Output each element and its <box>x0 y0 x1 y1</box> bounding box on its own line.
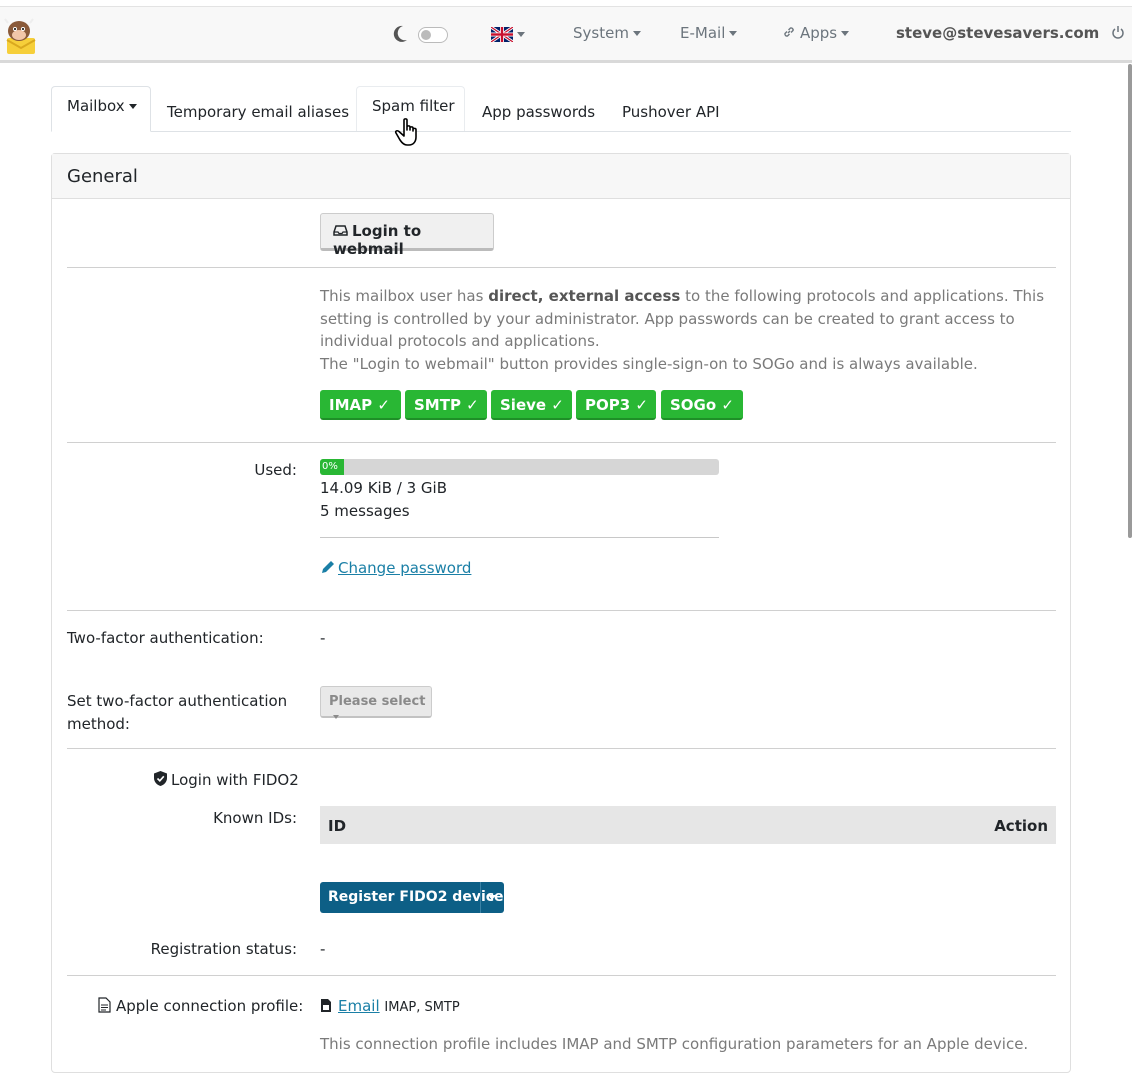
register-fido2-dropdown-toggle[interactable] <box>480 882 505 913</box>
hand-cursor-icon <box>394 118 417 146</box>
known-ids-table-header: ID Action <box>320 806 1056 844</box>
email-menu-label: E-Mail <box>680 24 726 42</box>
quota-progress-bar: 0% <box>320 459 719 475</box>
login-webmail-button[interactable]: Login to webmail <box>320 213 494 258</box>
inbox-icon <box>333 225 348 236</box>
tab-pushover-api[interactable]: Pushover API <box>622 86 720 131</box>
chevron-down-icon <box>333 714 339 719</box>
link-icon <box>784 27 794 37</box>
uk-flag-icon <box>490 25 514 44</box>
user-menu[interactable]: steve@stevesavers.com <box>896 24 1125 42</box>
tab-label: Pushover API <box>622 103 720 121</box>
chevron-down-icon <box>729 31 738 36</box>
quota-progress-fill: 0% <box>320 459 344 475</box>
protocol-badge-imap: IMAP ✓ <box>320 390 401 420</box>
registration-status-label: Registration status: <box>150 940 297 958</box>
protocol-badge-pop3: POP3 ✓ <box>576 390 656 420</box>
protocol-badge-sieve: Sieve ✓ <box>491 390 572 420</box>
quota-size: 14.09 KiB / 3 GiB <box>320 479 447 497</box>
used-label: Used: <box>254 461 297 479</box>
tfa-method-select[interactable]: Please select <box>320 686 432 719</box>
power-icon[interactable] <box>1111 25 1125 40</box>
tfa-method-select-label: Please select <box>329 694 426 709</box>
apple-profile-note: This connection profile includes IMAP an… <box>320 1035 1029 1053</box>
protocol-badge-smtp: SMTP ✓ <box>405 390 487 420</box>
dark-mode-toggle[interactable] <box>418 27 448 43</box>
tab-bar: Mailbox Temporary email aliases Spam fil… <box>51 86 1071 132</box>
apple-profile-email-link[interactable]: Email <box>338 997 380 1015</box>
divider <box>67 748 1056 749</box>
chevron-down-icon <box>488 895 496 900</box>
email-menu[interactable]: E-Mail <box>680 24 738 42</box>
apple-profile-label: Apple connection profile: <box>98 997 303 1015</box>
protocol-badge-sogo: SOGo ✓ <box>661 390 743 420</box>
divider <box>67 975 1056 976</box>
tfa-label: Two-factor authentication: <box>67 629 264 647</box>
register-fido2-button[interactable]: Register FIDO2 device <box>320 882 504 913</box>
divider <box>67 267 1056 268</box>
panel-title: General <box>67 166 138 187</box>
pencil-icon <box>322 561 334 573</box>
divider <box>67 610 1056 611</box>
access-text-bold: direct, external access <box>488 287 681 305</box>
tab-mailbox[interactable]: Mailbox <box>51 86 151 132</box>
document-icon <box>98 997 111 1013</box>
system-menu[interactable]: System <box>573 24 641 42</box>
chevron-down-icon <box>841 31 850 36</box>
chevron-down-icon <box>517 32 525 37</box>
register-fido2-label: Register FIDO2 device <box>328 889 504 905</box>
sim-card-icon <box>321 999 331 1012</box>
known-ids-label: Known IDs: <box>213 809 297 827</box>
fido-login-heading: Login with FIDO2 <box>153 770 299 789</box>
page-scrollbar[interactable] <box>1128 64 1132 538</box>
divider <box>320 537 719 538</box>
change-password-label: Change password <box>338 559 472 577</box>
apps-menu-label: Apps <box>800 24 838 42</box>
system-menu-label: System <box>573 24 629 42</box>
apple-profile-email: Email IMAP, SMTP <box>320 997 460 1015</box>
apps-menu[interactable]: Apps <box>782 24 850 42</box>
user-email: steve@stevesavers.com <box>896 24 1100 42</box>
message-count: 5 messages <box>320 502 410 520</box>
tfa-method-label: Set two-factor authentication method: <box>67 692 288 733</box>
apple-profile-label-text: Apple connection profile: <box>116 997 304 1015</box>
tab-app-passwords[interactable]: App passwords <box>482 86 595 131</box>
tab-label: App passwords <box>482 103 596 121</box>
navbar: System E-Mail Apps steve@stevesavers.com <box>0 6 1132 63</box>
access-description: This mailbox user has direct, external a… <box>320 285 1055 375</box>
language-dropdown[interactable] <box>490 25 525 44</box>
apple-profile-protocols: IMAP, SMTP <box>384 1000 460 1015</box>
change-password-link[interactable]: Change password <box>320 559 471 577</box>
shield-check-icon <box>154 771 167 786</box>
mailcow-logo[interactable] <box>3 16 43 56</box>
tab-label: Spam filter <box>372 97 455 115</box>
registration-status-value: - <box>320 940 326 958</box>
panel-header: General <box>52 154 1070 199</box>
moon-icon <box>393 25 407 42</box>
chevron-down-icon <box>128 104 137 109</box>
divider <box>67 442 1056 443</box>
tab-temporary-aliases[interactable]: Temporary email aliases <box>167 86 349 131</box>
access-text: This mailbox user has <box>320 287 489 305</box>
tab-label: Temporary email aliases <box>167 103 350 121</box>
tab-mailbox-label: Mailbox <box>67 97 125 115</box>
table-header-action: Action <box>994 817 1048 835</box>
tfa-value: - <box>320 629 326 647</box>
chevron-down-icon <box>632 31 641 36</box>
fido-login-label: Login with FIDO2 <box>171 771 299 789</box>
webmail-sso-note: The "Login to webmail" button provides s… <box>320 354 978 373</box>
table-header-id: ID <box>328 817 347 835</box>
